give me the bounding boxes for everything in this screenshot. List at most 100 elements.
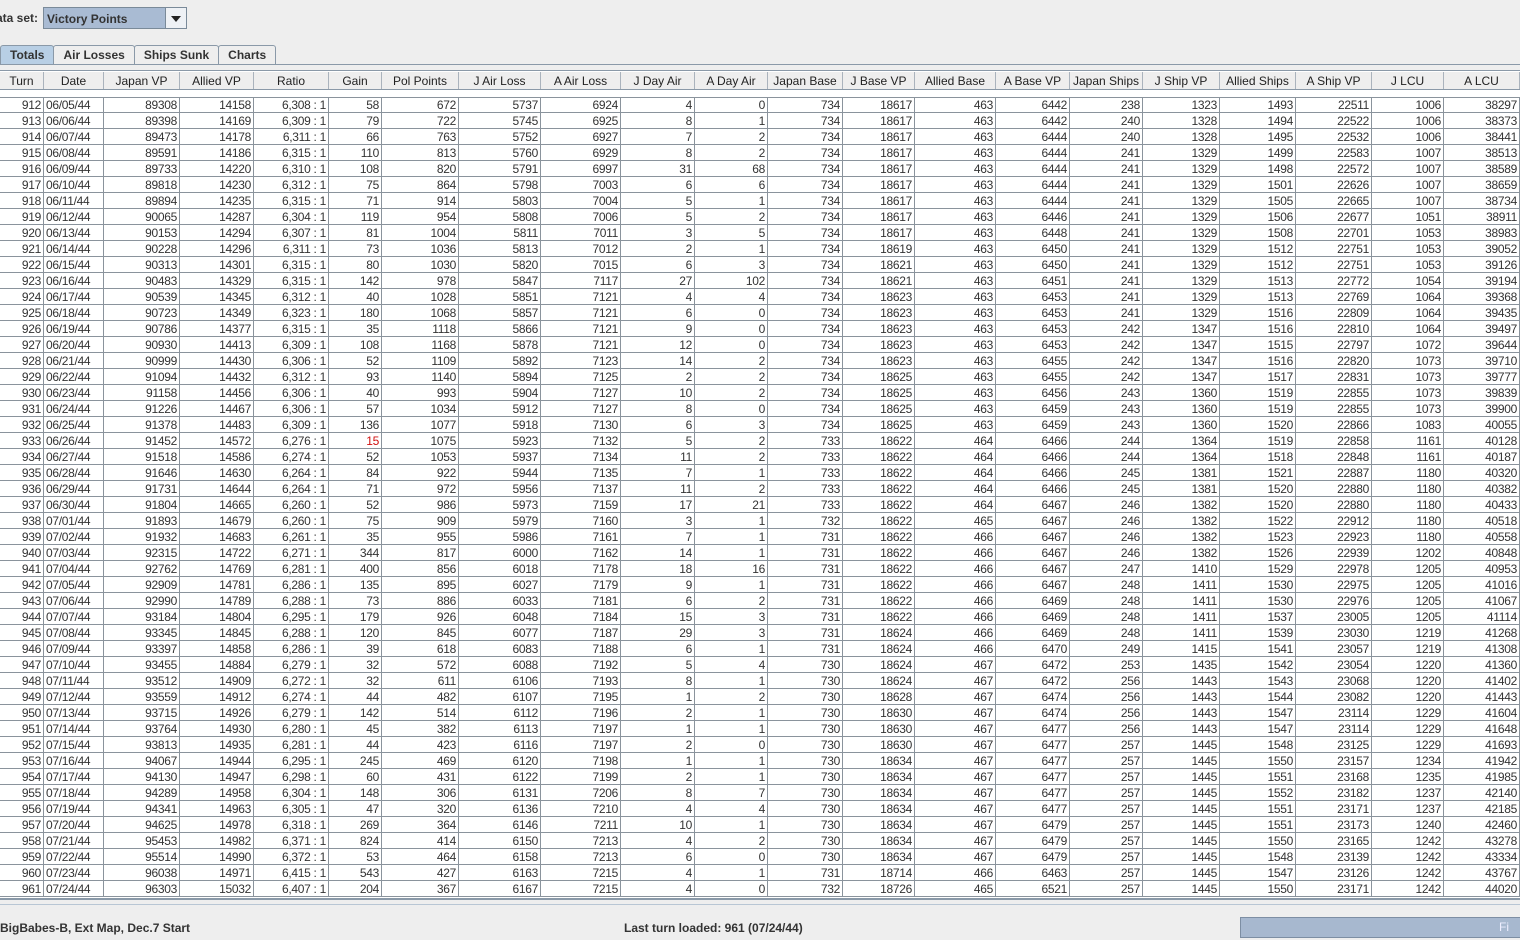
cell-j-day-air: 10	[621, 385, 695, 401]
table-row[interactable]: 919 06/12/44 90065 14287 6,304 : 1 119 954 5808…	[0, 209, 1520, 225]
table-row[interactable]: 957 07/20/44 94625 14978 6,318 : 1 269 364 6146…	[0, 817, 1520, 833]
table-row[interactable]: 931 06/24/44 91226 14467 6,306 : 1 57 1034 5912…	[0, 401, 1520, 417]
cell-ratio: 6,318 : 1	[254, 817, 329, 833]
table-row[interactable]: 928 06/21/44 90999 14430 6,306 : 1 52 1109 5892…	[0, 353, 1520, 369]
table-row[interactable]: 955 07/18/44 94289 14958 6,304 : 1 148 306 6131…	[0, 785, 1520, 801]
cell-pol-points: 482	[382, 689, 459, 705]
table-row[interactable]: 946 07/09/44 93397 14858 6,286 : 1 39 618 6083 7…	[0, 641, 1520, 657]
table-row[interactable]: 921 06/14/44 90228 14296 6,311 : 1 73 1036 5813…	[0, 241, 1520, 257]
column-header-japan-base[interactable]: Japan Base	[768, 72, 843, 89]
column-header-japan-vp[interactable]: Japan VP	[104, 72, 180, 89]
table-row[interactable]: 945 07/08/44 93345 14845 6,288 : 1 120 845 6077…	[0, 625, 1520, 641]
cell-j-ship-vp: 1328	[1143, 113, 1220, 129]
cell-japan-ships: 256	[1070, 689, 1143, 705]
cell-turn: 951	[0, 721, 44, 737]
table-row[interactable]: 941 07/04/44 92762 14769 6,281 : 1 400 856 6018…	[0, 561, 1520, 577]
column-header-j-air-loss[interactable]: J Air Loss	[459, 72, 541, 89]
cell-japan-ships: 241	[1070, 241, 1143, 257]
column-header-allied-vp[interactable]: Allied VP	[180, 72, 254, 89]
cell-allied-vp: 14377	[180, 321, 254, 337]
column-header-date[interactable]: Date	[44, 72, 104, 89]
table-row[interactable]: 934 06/27/44 91518 14586 6,274 : 1 52 1053 5937…	[0, 449, 1520, 465]
table-row[interactable]: 944 07/07/44 93184 14804 6,295 : 1 179 926 6048…	[0, 609, 1520, 625]
table-row[interactable]: 949 07/12/44 93559 14912 6,274 : 1 44 482 6107 7…	[0, 689, 1520, 705]
table-row[interactable]: 936 06/29/44 91731 14644 6,264 : 1 71 972 5956 7…	[0, 481, 1520, 497]
column-header-a-air-loss[interactable]: A Air Loss	[541, 72, 621, 89]
table-row[interactable]: 933 06/26/44 91452 14572 6,276 : 1 15 1075 5923…	[0, 433, 1520, 449]
table-row[interactable]: 940 07/03/44 92315 14722 6,271 : 1 344 817 6000…	[0, 545, 1520, 561]
table-row[interactable]: 917 06/10/44 89818 14230 6,312 : 1 75 864 5798 7…	[0, 177, 1520, 193]
table-row[interactable]: 948 07/11/44 93512 14909 6,272 : 1 32 611 6106 7…	[0, 673, 1520, 689]
column-header-j-lcu[interactable]: J LCU	[1372, 72, 1444, 89]
column-header-a-day-air[interactable]: A Day Air	[695, 72, 768, 89]
table-row[interactable]: 956 07/19/44 94341 14963 6,305 : 1 47 320 6136 7…	[0, 801, 1520, 817]
column-header-j-base-vp[interactable]: J Base VP	[843, 72, 915, 89]
cell-pol-points: 926	[382, 609, 459, 625]
column-header-j-day-air[interactable]: J Day Air	[621, 72, 695, 89]
table-row[interactable]: 950 07/13/44 93715 14926 6,279 : 1 142 514 6112…	[0, 705, 1520, 721]
table-row[interactable]: 960 07/23/44 96038 14971 6,415 : 1 543 427 6163…	[0, 865, 1520, 881]
cell-a-air-loss: 7123	[541, 353, 621, 369]
cell-japan-ships: 257	[1070, 833, 1143, 849]
table-row[interactable]: 922 06/15/44 90313 14301 6,315 : 1 80 1030 5820…	[0, 257, 1520, 273]
table-row[interactable]: 959 07/22/44 95514 14990 6,372 : 1 53 464 6158 7…	[0, 849, 1520, 865]
chevron-down-icon[interactable]	[165, 8, 186, 28]
cell-japan-ships: 241	[1070, 289, 1143, 305]
table-row[interactable]: 916 06/09/44 89733 14220 6,310 : 1 108 820 5791…	[0, 161, 1520, 177]
column-header-gain[interactable]: Gain	[329, 72, 382, 89]
tab-ships-sunk[interactable]: Ships Sunk	[133, 45, 220, 64]
table-row[interactable]: 912 06/05/44 89308 14158 6,308 : 1 58 672 5737 6…	[0, 97, 1520, 113]
column-header-a-base-vp[interactable]: A Base VP	[996, 72, 1070, 89]
table-row[interactable]: 935 06/28/44 91646 14630 6,264 : 1 84 922 5944 7…	[0, 465, 1520, 481]
cell-ratio: 6,274 : 1	[254, 689, 329, 705]
cell-j-lcu: 1073	[1372, 385, 1444, 401]
cell-a-ship-vp: 23173	[1296, 817, 1372, 833]
tab-charts[interactable]: Charts	[218, 45, 277, 64]
cell-j-lcu: 1229	[1372, 705, 1444, 721]
table-row[interactable]: 927 06/20/44 90930 14413 6,309 : 1 108 1168 587…	[0, 337, 1520, 353]
table-row[interactable]: 923 06/16/44 90483 14329 6,315 : 1 142 978 5847…	[0, 273, 1520, 289]
table-row[interactable]: 918 06/11/44 89894 14235 6,315 : 1 71 914 5803 7…	[0, 193, 1520, 209]
column-header-japan-ships[interactable]: Japan Ships	[1070, 72, 1143, 89]
cell-a-ship-vp: 22939	[1296, 545, 1372, 561]
column-header-j-ship-vp[interactable]: J Ship VP	[1143, 72, 1220, 89]
table-row[interactable]: 914 06/07/44 89473 14178 6,311 : 1 66 763 5752 6…	[0, 129, 1520, 145]
table-row[interactable]: 925 06/18/44 90723 14349 6,323 : 1 180 1068 585…	[0, 305, 1520, 321]
column-header-a-ship-vp[interactable]: A Ship VP	[1296, 72, 1372, 89]
table-row[interactable]: 952 07/15/44 93813 14935 6,281 : 1 44 423 6116 7…	[0, 737, 1520, 753]
tab-totals[interactable]: Totals	[0, 45, 55, 64]
cell-turn: 931	[0, 401, 44, 417]
cell-pol-points: 722	[382, 113, 459, 129]
table-row[interactable]: 938 07/01/44 91893 14679 6,260 : 1 75 909 5979 7…	[0, 513, 1520, 529]
column-header-allied-ships[interactable]: Allied Ships	[1220, 72, 1296, 89]
table-row[interactable]: 913 06/06/44 89398 14169 6,309 : 1 79 722 5745 6…	[0, 113, 1520, 129]
table-row[interactable]: 939 07/02/44 91932 14683 6,261 : 1 35 955 5986 7…	[0, 529, 1520, 545]
table-row[interactable]: 954 07/17/44 94130 14947 6,298 : 1 60 431 6122 7…	[0, 769, 1520, 785]
table-row[interactable]: 947 07/10/44 93455 14884 6,279 : 1 32 572 6088 7…	[0, 657, 1520, 673]
cell-j-base-vp: 18621	[843, 273, 915, 289]
table-row[interactable]: 930 06/23/44 91158 14456 6,306 : 1 40 993 5904 7…	[0, 385, 1520, 401]
table-row[interactable]: 953 07/16/44 94067 14944 6,295 : 1 245 469 6120…	[0, 753, 1520, 769]
cell-a-air-loss: 7193	[541, 673, 621, 689]
table-row[interactable]: 932 06/25/44 91378 14483 6,309 : 1 136 1077 591…	[0, 417, 1520, 433]
action-button[interactable]: Fi	[1240, 917, 1520, 938]
table-row[interactable]: 951 07/14/44 93764 14930 6,280 : 1 45 382 6113 7…	[0, 721, 1520, 737]
column-header-ratio[interactable]: Ratio	[254, 72, 329, 89]
tab-air-losses[interactable]: Air Losses	[53, 45, 135, 64]
column-header-turn[interactable]: Turn	[0, 72, 44, 89]
table-row[interactable]: 926 06/19/44 90786 14377 6,315 : 1 35 1118 5866…	[0, 321, 1520, 337]
table-row[interactable]: 958 07/21/44 95453 14982 6,371 : 1 824 414 6150…	[0, 833, 1520, 849]
table-row[interactable]: 942 07/05/44 92909 14781 6,286 : 1 135 895 6027…	[0, 577, 1520, 593]
column-header-a-lcu[interactable]: A LCU	[1444, 72, 1520, 89]
column-header-pol-points[interactable]: Pol Points	[382, 72, 459, 89]
cell-japan-vp: 89308	[104, 97, 180, 113]
column-header-allied-base[interactable]: Allied Base	[915, 72, 996, 89]
table-row[interactable]: 920 06/13/44 90153 14294 6,307 : 1 81 1004 5811…	[0, 225, 1520, 241]
table-row[interactable]: 915 06/08/44 89591 14186 6,315 : 1 110 813 5760…	[0, 145, 1520, 161]
table-row[interactable]: 961 07/24/44 96303 15032 6,407 : 1 204 367 6167…	[0, 881, 1520, 897]
table-row[interactable]: 943 07/06/44 92990 14789 6,288 : 1 73 886 6033 7…	[0, 593, 1520, 609]
table-row[interactable]: 924 06/17/44 90539 14345 6,312 : 1 40 1028 5851…	[0, 289, 1520, 305]
dataset-select[interactable]: Victory Points	[43, 7, 187, 29]
table-row[interactable]: 929 06/22/44 91094 14432 6,312 : 1 93 1140 5894…	[0, 369, 1520, 385]
table-row[interactable]: 937 06/30/44 91804 14665 6,260 : 1 52 986 5973 7…	[0, 497, 1520, 513]
